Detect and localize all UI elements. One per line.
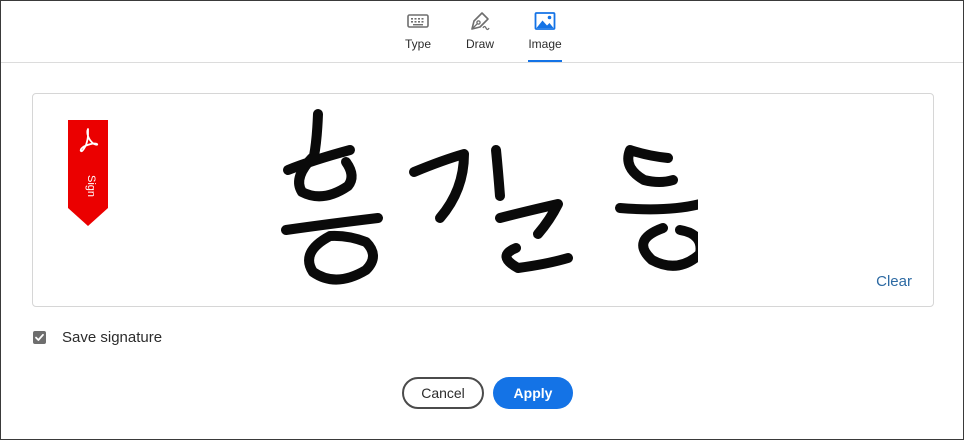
save-signature-label: Save signature <box>62 329 163 346</box>
tab-image-label: Image <box>528 37 562 51</box>
pen-icon <box>471 12 490 31</box>
tab-type-label: Type <box>404 37 431 51</box>
handwritten-signature-image <box>281 109 698 285</box>
image-icon <box>534 12 556 30</box>
signature-dialog: Type Draw Image Sign Clear Save signatur… <box>0 0 964 440</box>
checkmark-icon <box>35 333 44 341</box>
apply-button[interactable]: Apply <box>493 377 573 409</box>
signature-preview-area[interactable]: Sign Clear <box>32 93 934 307</box>
clear-signature-link[interactable]: Clear <box>876 273 912 290</box>
tab-image[interactable]: Image <box>515 9 575 62</box>
save-signature-row: Save signature <box>33 329 162 346</box>
tab-type[interactable]: Type <box>388 9 448 62</box>
tab-draw[interactable]: Draw <box>450 9 510 62</box>
adobe-sign-badge: Sign <box>68 120 108 226</box>
cancel-button[interactable]: Cancel <box>402 377 484 409</box>
keyboard-icon <box>407 14 429 28</box>
signature-mode-tabs: Type Draw Image <box>1 1 963 63</box>
save-signature-checkbox[interactable] <box>33 331 46 344</box>
sign-badge-text: Sign <box>85 175 97 197</box>
tab-draw-label: Draw <box>465 37 494 51</box>
